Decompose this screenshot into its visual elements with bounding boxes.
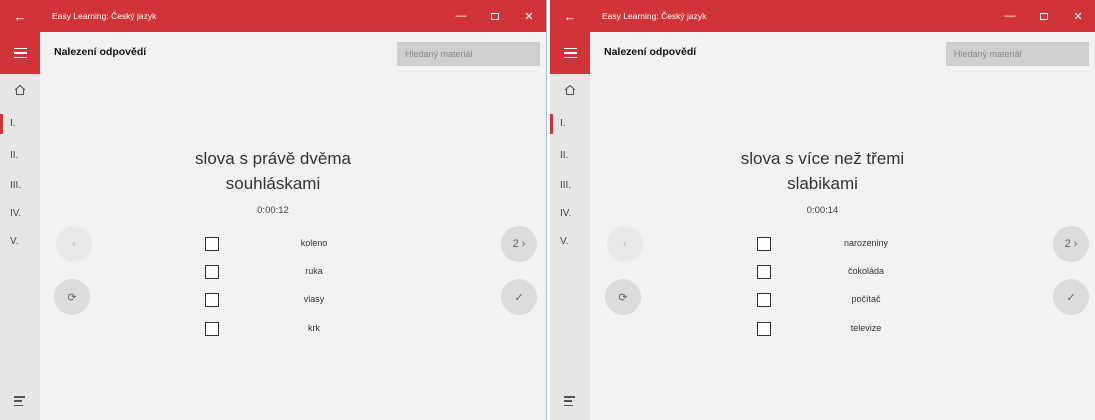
answer-label: televize <box>850 323 882 333</box>
checkbox[interactable] <box>205 322 219 336</box>
home-icon[interactable] <box>564 84 576 96</box>
refresh-icon: ⟳ <box>618 291 628 304</box>
maximize-button[interactable] <box>1027 0 1061 32</box>
timer: 0:00:12 <box>257 205 289 216</box>
next-button[interactable]: 2 › <box>1053 226 1089 262</box>
reset-button[interactable]: ⟳ <box>54 279 90 315</box>
checkbox[interactable] <box>757 293 771 307</box>
next-label: 2 › <box>512 238 526 250</box>
nav-item-1[interactable]: I. <box>0 112 40 136</box>
maximize-icon <box>491 12 499 20</box>
answer-label: počítač <box>851 294 881 304</box>
back-button[interactable]: ← <box>550 0 590 32</box>
checkbox[interactable] <box>205 237 219 251</box>
settings-list-icon[interactable] <box>564 396 575 406</box>
question-line-1: slova s právě dvěma <box>195 149 351 168</box>
answer-label: čokoláda <box>847 266 885 276</box>
hamburger-menu-icon[interactable] <box>0 32 40 74</box>
checkmark-icon: ✓ <box>1066 291 1076 304</box>
answer-label: krk <box>308 323 320 333</box>
search-input[interactable]: Hledaný materiál <box>397 42 540 66</box>
nav-rail: I. II. III. IV. V. <box>550 32 590 420</box>
page-title: Nalezení odpovědí <box>54 46 147 58</box>
nav-rail: I. II. III. IV. V. <box>0 32 40 420</box>
answer-label: koleno <box>300 238 328 248</box>
close-icon: ✕ <box>1073 10 1083 23</box>
app-title: Easy Learning: Český jazyk <box>52 11 157 21</box>
next-button[interactable]: 2 › <box>501 226 537 262</box>
close-button[interactable]: ✕ <box>1061 0 1095 32</box>
back-arrow-icon: ← <box>13 8 27 24</box>
close-icon: ✕ <box>524 10 534 23</box>
settings-list-icon[interactable] <box>14 396 25 406</box>
title-bar: ← Easy Learning: Český jazyk — ✕ <box>550 0 1095 32</box>
hamburger-menu-icon[interactable] <box>550 32 590 74</box>
minimize-icon: — <box>455 10 467 22</box>
answer-label: vlasy <box>303 294 325 304</box>
question-line-1: slova s více než třemi <box>740 149 905 168</box>
nav-item-5[interactable]: V. <box>0 230 40 254</box>
back-button[interactable]: ← <box>0 0 40 32</box>
maximize-icon <box>1040 12 1048 20</box>
check-button[interactable]: ✓ <box>501 279 537 315</box>
home-icon[interactable] <box>14 84 26 96</box>
close-button[interactable]: ✕ <box>512 0 546 32</box>
checkbox[interactable] <box>757 237 771 251</box>
search-input[interactable]: Hledaný materiál <box>946 42 1089 66</box>
checkbox[interactable] <box>757 322 771 336</box>
title-bar: ← Easy Learning: Český jazyk — ✕ <box>0 0 546 32</box>
previous-button[interactable]: ‹ <box>607 226 643 262</box>
minimize-icon: — <box>1004 10 1016 22</box>
question-line-2: slabikami <box>787 174 858 193</box>
question-text: slova s více než třemi slabikami <box>550 146 1095 196</box>
minimize-button[interactable]: — <box>993 0 1027 32</box>
chevron-left-icon: ‹ <box>623 238 627 250</box>
chevron-left-icon: ‹ <box>72 238 76 250</box>
page-header: Nalezení odpovědí Hledaný materiál <box>590 32 1095 74</box>
page-title: Nalezení odpovědí <box>604 46 697 58</box>
previous-button[interactable]: ‹ <box>56 226 92 262</box>
refresh-icon: ⟳ <box>67 291 77 304</box>
question-text: slova s právě dvěma souhláskami <box>0 146 546 196</box>
checkbox[interactable] <box>205 293 219 307</box>
checkbox[interactable] <box>757 265 771 279</box>
checkbox[interactable] <box>205 265 219 279</box>
app-title: Easy Learning: Český jazyk <box>602 11 707 21</box>
answer-label: ruka <box>305 266 323 276</box>
maximize-button[interactable] <box>478 0 512 32</box>
next-label: 2 › <box>1064 238 1078 250</box>
answer-label: narozeniny <box>843 238 889 248</box>
nav-item-5[interactable]: V. <box>550 230 590 254</box>
checkmark-icon: ✓ <box>514 291 524 304</box>
back-arrow-icon: ← <box>563 8 577 24</box>
check-button[interactable]: ✓ <box>1053 279 1089 315</box>
app-window-2: ← Easy Learning: Český jazyk — ✕ I. II. … <box>550 0 1095 420</box>
minimize-button[interactable]: — <box>444 0 478 32</box>
timer: 0:00:14 <box>806 205 839 216</box>
page-header: Nalezení odpovědí Hledaný materiál <box>40 32 546 74</box>
app-window-1: ← Easy Learning: Český jazyk — ✕ I. II. … <box>0 0 546 420</box>
reset-button[interactable]: ⟳ <box>605 279 641 315</box>
question-line-2: souhláskami <box>225 174 321 193</box>
nav-item-1[interactable]: I. <box>550 112 590 136</box>
